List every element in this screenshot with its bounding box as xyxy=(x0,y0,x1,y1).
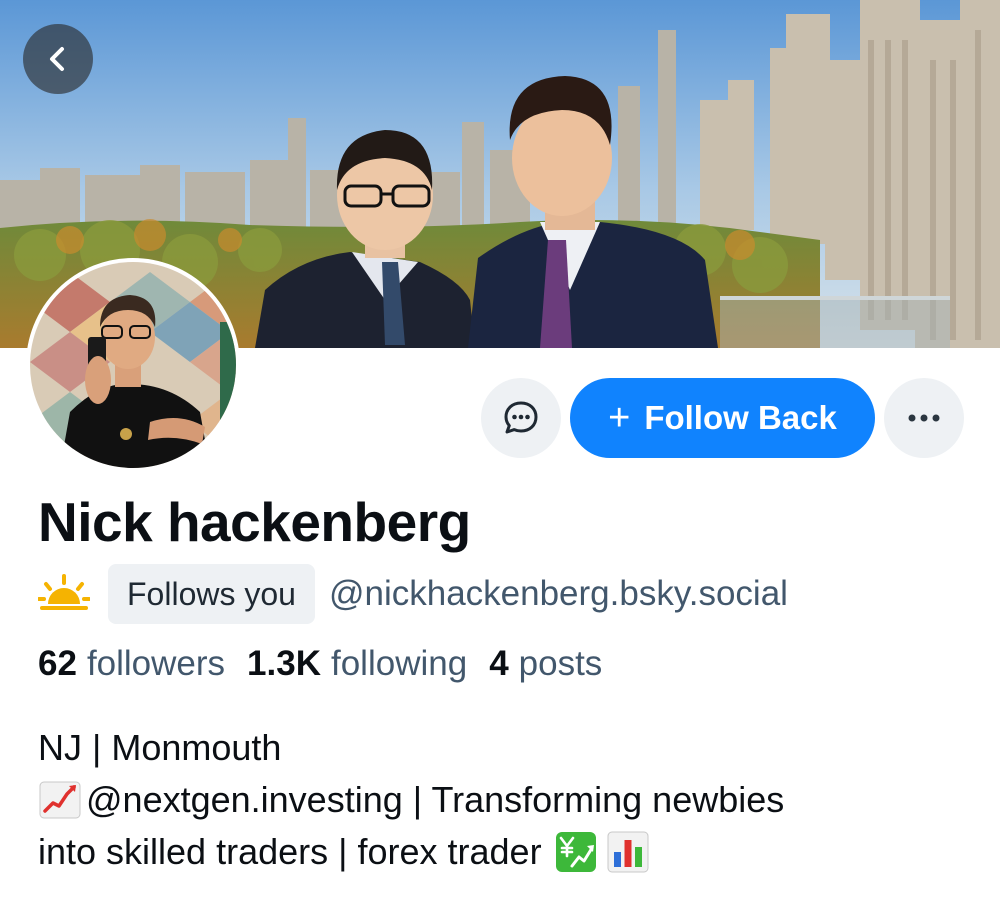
chart-yen-icon xyxy=(555,832,596,872)
profile-page: + Follow Back Nick hackenberg Follows yo… xyxy=(0,0,1000,902)
bio-line-2-text: @nextgen.investing | Transforming newbie… xyxy=(86,779,785,820)
bio-line-1-text: NJ | Monmouth xyxy=(38,727,282,768)
following-stat[interactable]: 1.3K following xyxy=(247,644,467,684)
posts-stat: 4 posts xyxy=(489,644,602,684)
followers-count: 62 xyxy=(38,644,77,683)
display-name: Nick hackenberg xyxy=(38,491,471,553)
ellipsis-icon xyxy=(908,414,940,422)
sun-icon xyxy=(38,574,90,610)
back-button[interactable] xyxy=(23,24,93,94)
profile-bio: NJ | Monmouth @nextgen.investing | Trans… xyxy=(38,722,968,878)
followers-label: followers xyxy=(86,644,226,683)
bio-line-1: NJ | Monmouth xyxy=(38,722,968,774)
posts-count: 4 xyxy=(489,644,509,683)
posts-label: posts xyxy=(518,644,603,683)
following-label: following xyxy=(330,644,468,683)
avatar-photo xyxy=(30,262,236,468)
plus-icon: + xyxy=(608,397,631,439)
message-button[interactable] xyxy=(481,378,561,458)
handle-row: Follows you @nickhackenberg.bsky.social xyxy=(38,563,788,625)
follow-back-button[interactable]: + Follow Back xyxy=(570,378,875,458)
following-count: 1.3K xyxy=(247,644,321,683)
chat-bubble-icon xyxy=(504,401,538,434)
follows-you-badge: Follows you xyxy=(108,564,315,624)
profile-stats: 62 followers 1.3K following 4 posts xyxy=(38,644,624,684)
avatar[interactable] xyxy=(26,258,240,472)
followers-stat[interactable]: 62 followers xyxy=(38,644,225,684)
chart-increasing-icon xyxy=(39,781,81,819)
bio-line-3: into skilled traders | forex trader xyxy=(38,826,968,878)
chevron-left-icon xyxy=(50,47,64,71)
more-options-button[interactable] xyxy=(884,378,964,458)
profile-handle: @nickhackenberg.bsky.social xyxy=(328,574,788,613)
follow-back-label: Follow Back xyxy=(644,399,837,436)
bio-line-2: @nextgen.investing | Transforming newbie… xyxy=(38,774,968,826)
bar-chart-icon xyxy=(607,831,649,873)
bio-line-3-text: into skilled traders | forex trader xyxy=(38,831,542,872)
